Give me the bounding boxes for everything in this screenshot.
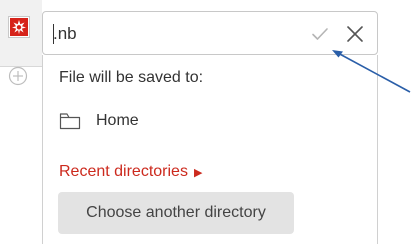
- add-cell-icon[interactable]: [8, 66, 28, 86]
- filename-field[interactable]: [42, 11, 378, 55]
- triangle-right-icon: ▶: [193, 166, 203, 179]
- canvas: File will be saved to: Home Recent direc…: [0, 0, 411, 244]
- folder-label: Home: [96, 112, 139, 129]
- save-location-label: File will be saved to:: [59, 69, 204, 86]
- save-location-panel: File will be saved to: Home Recent direc…: [42, 55, 378, 244]
- choose-directory-button[interactable]: Choose another directory: [58, 192, 294, 234]
- recent-directories-link[interactable]: Recent directories ▶: [59, 163, 202, 181]
- add-circle-icon: [8, 66, 28, 86]
- notebook-gutter: [0, 0, 42, 244]
- check-icon[interactable]: [311, 26, 329, 42]
- recent-directories-label: Recent directories: [59, 163, 188, 180]
- spiky-app-icon[interactable]: [8, 16, 30, 38]
- text-caret: [53, 24, 54, 44]
- folder-icon: [59, 113, 81, 130]
- close-icon[interactable]: [345, 24, 365, 44]
- folder-item-home[interactable]: Home: [59, 109, 139, 133]
- spiky-star-icon: [10, 18, 28, 36]
- filename-input[interactable]: [53, 21, 293, 47]
- annotation-arrow-icon: [332, 50, 411, 93]
- save-file-popup: File will be saved to: Home Recent direc…: [42, 11, 378, 244]
